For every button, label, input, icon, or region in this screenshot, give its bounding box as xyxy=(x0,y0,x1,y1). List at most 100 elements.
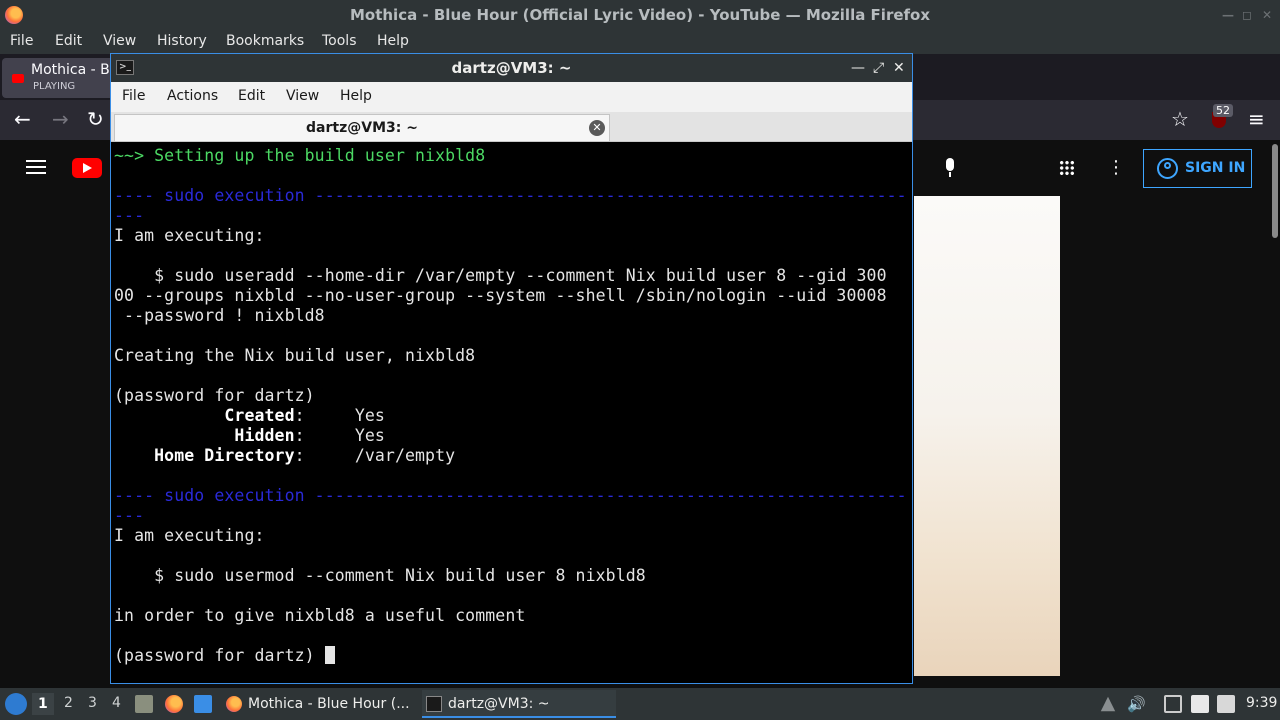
term-menu-help[interactable]: Help xyxy=(340,88,372,104)
line-text: --password ! nixbld8 xyxy=(114,306,325,325)
apps-grid-icon[interactable] xyxy=(1059,160,1075,176)
term-menu-file[interactable]: File xyxy=(122,88,145,104)
line-text: I am executing: xyxy=(114,526,265,545)
task-firefox[interactable]: Mothica - Blue Hour (... xyxy=(222,690,414,718)
clipboard-icon[interactable] xyxy=(1191,695,1209,713)
tab-close-icon[interactable]: ✕ xyxy=(589,120,605,136)
task-terminal[interactable]: dartz@VM3: ~ xyxy=(422,690,616,718)
terminal-output[interactable]: ~~> Setting up the build user nixbld8 ---… xyxy=(114,146,909,681)
terminal-line: Creating the Nix build user, nixbld8 xyxy=(114,346,909,366)
field-value: Yes xyxy=(304,426,385,445)
terminal-tabbar: dartz@VM3: ~ ✕ xyxy=(111,112,912,142)
start-menu-icon[interactable] xyxy=(5,693,27,715)
back-icon[interactable]: ← xyxy=(14,108,31,130)
field-label: Home Directory xyxy=(114,446,295,465)
maximize-icon[interactable]: ◻ xyxy=(1242,0,1252,30)
terminal-line: (password for dartz) xyxy=(114,386,909,406)
minimize-icon[interactable]: — xyxy=(851,54,865,82)
terminal-line: --- xyxy=(114,506,909,526)
menu-tools[interactable]: Tools xyxy=(322,33,357,49)
menu-help[interactable]: Help xyxy=(377,33,409,49)
scrollbar-thumb[interactable] xyxy=(1272,144,1278,238)
sign-in-button[interactable]: SIGN IN xyxy=(1143,149,1252,188)
term-menu-view[interactable]: View xyxy=(286,88,319,104)
terminal-titlebar: >_ dartz@VM3: ~ — ⤢ ✕ xyxy=(111,54,912,82)
menu-history[interactable]: History xyxy=(157,33,207,49)
line-text: 00 --groups nixbld --no-user-group --sys… xyxy=(114,286,887,305)
firefox-logo-icon xyxy=(5,6,23,24)
line-text: $ sudo useradd --home-dir /var/empty --c… xyxy=(114,266,887,285)
reload-icon[interactable]: ↻ xyxy=(87,108,104,130)
line-text: --- xyxy=(114,206,145,225)
user-account-icon xyxy=(1157,158,1178,179)
network-icon[interactable] xyxy=(1164,695,1182,713)
terminal-tab-title: dartz@VM3: ~ xyxy=(306,120,418,136)
terminal-line: Home Directory: /var/empty xyxy=(114,446,456,465)
update-notifier-icon[interactable] xyxy=(1100,696,1116,712)
line-text: $ sudo usermod --comment Nix build user … xyxy=(114,566,646,585)
line-text: (password for dartz) xyxy=(114,386,315,405)
tab-playing-status: PLAYING xyxy=(33,81,76,92)
maximize-icon[interactable]: ⤢ xyxy=(873,54,884,82)
workspace-1[interactable]: 1 xyxy=(32,693,54,715)
app-menu-icon[interactable]: ≡ xyxy=(1248,108,1265,130)
line-text: in order to give nixbld8 a useful commen… xyxy=(114,606,526,625)
line-text: ~~> Setting up the build user nixbld8 xyxy=(114,146,486,165)
terminal-line: I am executing: xyxy=(114,226,909,246)
line-text: ---- sudo execution --------------------… xyxy=(114,486,909,505)
text-cursor xyxy=(324,646,335,664)
terminal-tab[interactable]: dartz@VM3: ~ ✕ xyxy=(114,114,610,141)
field-label: Created xyxy=(114,406,295,425)
workspace-4[interactable]: 4 xyxy=(112,695,121,711)
workspace-3[interactable]: 3 xyxy=(88,695,97,711)
microphone-icon[interactable] xyxy=(944,158,956,178)
hamburger-menu-icon[interactable] xyxy=(26,160,46,174)
firefox-launcher-icon[interactable] xyxy=(165,695,183,713)
terminal-line: --password ! nixbld8 xyxy=(114,306,909,326)
youtube-logo-icon[interactable] xyxy=(72,158,102,178)
line-text: I am executing: xyxy=(114,226,265,245)
firefox-titlebar: Mothica - Blue Hour (Official Lyric Vide… xyxy=(0,0,1280,30)
field-value: Yes xyxy=(304,406,385,425)
youtube-favicon-icon xyxy=(12,74,24,83)
page-scrollbar[interactable] xyxy=(1270,140,1280,688)
field-value: /var/empty xyxy=(304,446,456,465)
term-menu-actions[interactable]: Actions xyxy=(167,88,218,104)
task-terminal-label: dartz@VM3: ~ xyxy=(448,696,550,712)
sign-in-label: SIGN IN xyxy=(1185,160,1246,176)
menu-bookmarks[interactable]: Bookmarks xyxy=(226,33,304,49)
menu-edit[interactable]: Edit xyxy=(55,33,82,49)
notes-icon[interactable] xyxy=(1217,695,1235,713)
terminal-line: ~~> Setting up the build user nixbld8 xyxy=(114,146,909,166)
terminal-line: (password for dartz) xyxy=(114,646,909,666)
video-player[interactable] xyxy=(914,196,1060,676)
terminal-line: ---- sudo execution --------------------… xyxy=(114,186,909,206)
desktop-icon[interactable] xyxy=(194,695,212,713)
minimize-icon[interactable]: — xyxy=(1222,0,1234,30)
terminal-line: $ sudo useradd --home-dir /var/empty --c… xyxy=(114,266,909,286)
terminal-line: 00 --groups nixbld --no-user-group --sys… xyxy=(114,286,909,306)
bookmark-star-icon[interactable]: ☆ xyxy=(1171,108,1189,130)
extension-badge: 52 xyxy=(1213,104,1233,117)
workspace-2[interactable]: 2 xyxy=(64,695,73,711)
menu-view[interactable]: View xyxy=(103,33,136,49)
terminal-line: Hidden: Yes xyxy=(114,426,385,445)
close-icon[interactable]: ✕ xyxy=(893,54,905,82)
clock: 9:39 xyxy=(1246,695,1278,711)
firefox-window-title: Mothica - Blue Hour (Official Lyric Vide… xyxy=(349,6,931,24)
file-manager-icon[interactable] xyxy=(135,695,153,713)
close-icon[interactable]: ✕ xyxy=(1262,0,1272,30)
terminal-app-icon: >_ xyxy=(116,60,134,75)
volume-icon[interactable]: 🔊 xyxy=(1127,695,1146,713)
task-firefox-label: Mothica - Blue Hour (... xyxy=(248,696,410,712)
more-options-icon[interactable]: ⋮ xyxy=(1107,157,1125,178)
field-label: Hidden xyxy=(114,426,295,445)
term-menu-edit[interactable]: Edit xyxy=(238,88,265,104)
forward-icon[interactable]: → xyxy=(52,108,69,130)
menu-file[interactable]: File xyxy=(10,33,33,49)
